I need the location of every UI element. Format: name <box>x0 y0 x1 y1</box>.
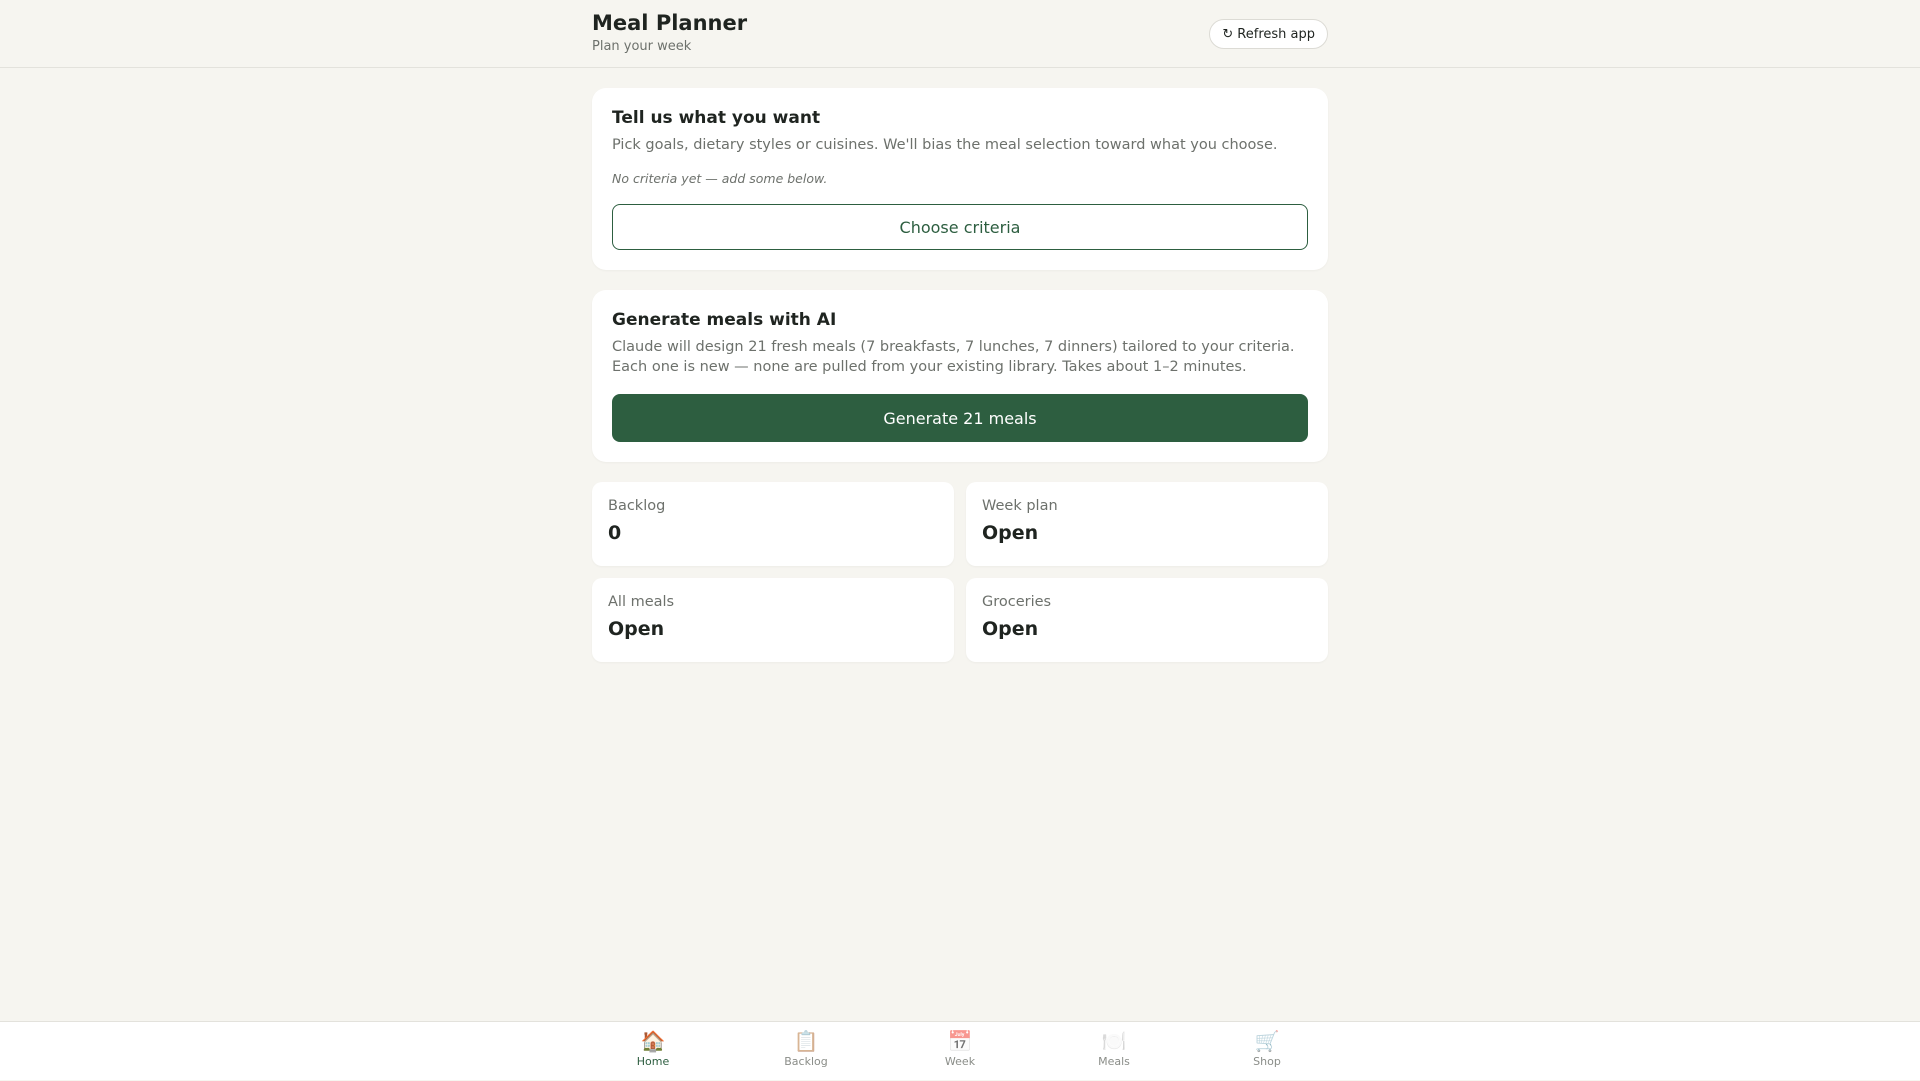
criteria-card: Tell us what you want Pick goals, dietar… <box>592 88 1328 270</box>
nav-item-meals[interactable]: 🍽️ Meals <box>1064 1022 1164 1081</box>
nav-item-shop[interactable]: 🛒 Shop <box>1217 1022 1317 1081</box>
generate-card-description: Claude will design 21 fresh meals (7 bre… <box>612 339 1295 375</box>
tile-label: Week plan <box>982 498 1058 514</box>
app-header: Meal Planner Plan your week ↻ Refresh ap… <box>0 0 1920 68</box>
calendar-icon: 📅 <box>947 1029 973 1053</box>
tile-value: 0 <box>608 522 622 544</box>
tile-value: Open <box>982 618 1039 640</box>
nav-label: Home <box>636 1055 670 1068</box>
header-inner: Meal Planner Plan your week ↻ Refresh ap… <box>592 0 1328 68</box>
criteria-empty-note: No criteria yet — add some below. <box>612 171 828 186</box>
tile-value: Open <box>608 618 665 640</box>
tile-week-plan[interactable]: Week plan Open <box>966 482 1328 566</box>
nav-item-week[interactable]: 📅 Week <box>910 1022 1010 1081</box>
tile-groceries[interactable]: Groceries Open <box>966 578 1328 662</box>
nav-label: Meals <box>1098 1055 1130 1068</box>
tile-backlog[interactable]: Backlog 0 <box>592 482 954 566</box>
nav-label: Shop <box>1253 1055 1281 1068</box>
refresh-app-button[interactable]: ↻ Refresh app <box>1209 19 1328 49</box>
nav-label: Backlog <box>784 1055 828 1068</box>
cart-icon: 🛒 <box>1254 1029 1280 1053</box>
clipboard-icon: 📋 <box>793 1029 819 1053</box>
generate-meals-button[interactable]: Generate 21 meals <box>612 394 1308 442</box>
refresh-button-label: Refresh app <box>1237 26 1315 42</box>
tile-all-meals[interactable]: All meals Open <box>592 578 954 662</box>
generate-card-title: Generate meals with AI <box>612 310 837 330</box>
tile-label: Backlog <box>608 498 666 514</box>
nav-item-home[interactable]: 🏠 Home <box>603 1022 703 1081</box>
tile-label: All meals <box>608 594 675 610</box>
choose-criteria-button[interactable]: Choose criteria <box>612 204 1308 250</box>
app-subtitle: Plan your week <box>592 39 692 54</box>
criteria-card-description: Pick goals, dietary styles or cuisines. … <box>612 137 1278 153</box>
tile-label: Groceries <box>982 594 1052 610</box>
generate-card: Generate meals with AI Claude will desig… <box>592 290 1328 462</box>
nav-label: Week <box>944 1055 976 1068</box>
refresh-icon: ↻ <box>1222 26 1234 42</box>
bottom-nav: 🏠 Home 📋 Backlog 📅 Week 🍽️ Meals 🛒 Shop <box>0 1021 1920 1080</box>
nav-item-backlog[interactable]: 📋 Backlog <box>756 1022 856 1081</box>
tile-value: Open <box>982 522 1039 544</box>
criteria-card-title: Tell us what you want <box>612 108 821 128</box>
home-icon: 🏠 <box>640 1029 666 1053</box>
plate-icon: 🍽️ <box>1101 1029 1127 1053</box>
app-title: Meal Planner <box>592 11 748 35</box>
